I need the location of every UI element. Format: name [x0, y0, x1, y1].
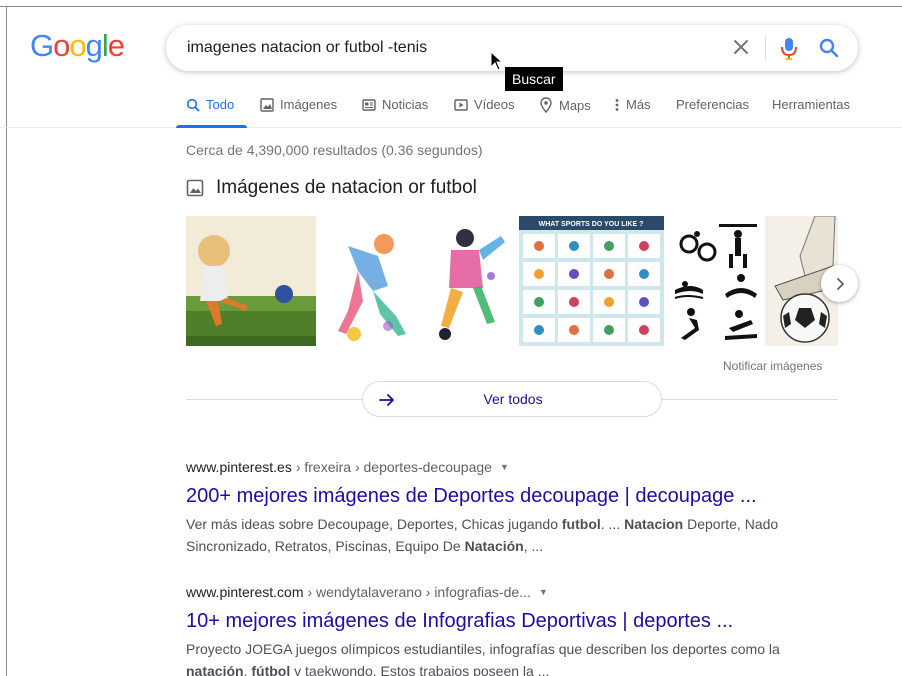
search-box[interactable]: imagenes natacion or futbol -tenis: [166, 25, 858, 71]
tab-label: Maps: [559, 97, 591, 113]
tab-mas[interactable]: Más: [614, 97, 651, 112]
carousel-next-button[interactable]: [821, 265, 858, 302]
tab-todo[interactable]: Todo: [186, 97, 234, 112]
tab-label: Herramientas: [772, 97, 851, 112]
tab-preferencias[interactable]: Preferencias: [676, 97, 749, 112]
result-snippet: Ver más ideas sobre Decoupage, Deportes,…: [186, 516, 779, 554]
result-title[interactable]: 200+ mejores imágenes de Deportes decoup…: [186, 483, 806, 509]
tab-maps[interactable]: Maps: [539, 97, 591, 113]
result-url[interactable]: www.pinterest.es › frexeira › deportes-d…: [186, 459, 806, 475]
news-icon: [362, 98, 376, 111]
window-top-border: [0, 0, 902, 7]
tab-herramientas[interactable]: Herramientas: [772, 97, 850, 112]
image-icon: [186, 179, 204, 197]
tab-imagenes[interactable]: Imágenes: [260, 97, 337, 112]
search-tabs: Todo Imágenes Noticias Vídeos Maps Más P…: [0, 92, 902, 128]
tab-label: Imágenes: [280, 97, 338, 112]
result-url[interactable]: www.pinterest.com › wendytalaverano › in…: [186, 584, 806, 600]
search-result: www.pinterest.es › frexeira › deportes-d…: [186, 459, 806, 557]
search-icon[interactable]: [817, 36, 841, 60]
image-pack-header[interactable]: Imágenes de natacion or futbol: [186, 177, 477, 199]
logo-letter: o: [53, 28, 70, 63]
result-domain: www.pinterest.es: [186, 459, 292, 475]
mouse-cursor-icon: [490, 50, 504, 71]
close-icon[interactable]: [730, 36, 752, 58]
search-result: www.pinterest.com › wendytalaverano › in…: [186, 584, 806, 676]
result-title[interactable]: 10+ mejores imágenes de Infografias Depo…: [186, 608, 806, 634]
video-icon: [454, 98, 468, 111]
image-thumbnail[interactable]: [421, 216, 517, 346]
google-logo[interactable]: Google: [30, 28, 125, 64]
logo-letter: e: [107, 28, 125, 63]
chevron-right-icon: [836, 277, 844, 290]
image-thumbnail[interactable]: [318, 216, 419, 346]
tab-label: Vídeos: [474, 97, 515, 112]
logo-letter: G: [30, 28, 54, 63]
search-icon: [186, 98, 200, 112]
chevron-down-icon[interactable]: ▼: [500, 462, 509, 472]
tab-label: Más: [626, 97, 651, 112]
logo-letter: g: [85, 28, 103, 63]
tab-label: Noticias: [382, 97, 429, 112]
microphone-icon[interactable]: [778, 35, 800, 61]
see-all-button[interactable]: Ver todos: [362, 381, 662, 417]
image-icon: [260, 97, 274, 112]
infographic-caption: WHAT SPORTS DO YOU LIKE ?: [539, 221, 644, 228]
search-divider: [765, 35, 766, 61]
result-path: › frexeira › deportes-decoupage: [295, 459, 492, 475]
result-domain: www.pinterest.com: [186, 584, 304, 600]
more-vert-icon: [615, 98, 619, 111]
logo-letter: o: [69, 28, 86, 63]
result-stats: Cerca de 4,390,000 resultados (0.36 segu…: [186, 142, 483, 158]
see-all-label: Ver todos: [483, 391, 543, 407]
chevron-down-icon[interactable]: ▼: [539, 587, 548, 597]
result-snippet: Proyecto JOEGA juegos olímpicos estudian…: [186, 641, 780, 676]
image-thumbnail[interactable]: [186, 216, 316, 346]
search-tooltip: Buscar: [505, 67, 563, 91]
image-thumbnail[interactable]: WHAT SPORTS DO YOU LIKE ?: [519, 216, 664, 346]
image-pack-title: Imágenes de natacion or futbol: [216, 177, 477, 198]
report-images-link[interactable]: Notificar imágenes: [723, 359, 822, 373]
search-input[interactable]: imagenes natacion or futbol -tenis: [187, 39, 427, 57]
map-pin-icon: [540, 97, 552, 113]
tab-label: Todo: [206, 97, 235, 112]
image-thumbnails: WHAT SPORTS DO YOU LIKE ?: [186, 216, 838, 346]
tab-videos[interactable]: Vídeos: [454, 97, 514, 112]
active-tab-indicator: [176, 125, 247, 128]
tab-noticias[interactable]: Noticias: [362, 97, 428, 112]
image-thumbnail[interactable]: [667, 216, 762, 346]
tab-label: Preferencias: [676, 97, 749, 112]
result-path: › wendytalaverano › infografias-de...: [307, 584, 531, 600]
